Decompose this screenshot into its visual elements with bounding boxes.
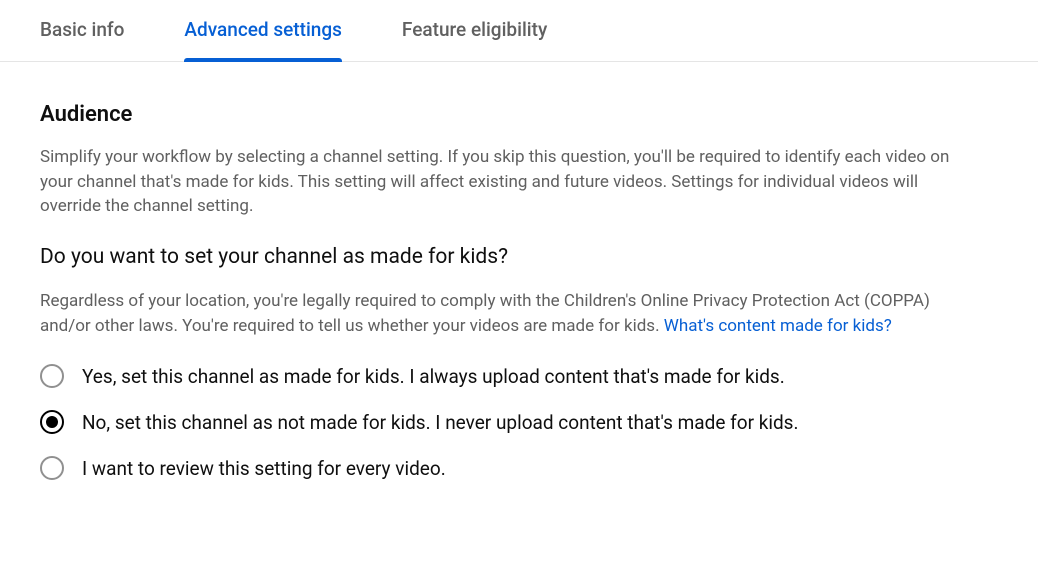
tab-advanced-settings[interactable]: Advanced settings [184,0,342,61]
radio-group: Yes, set this channel as made for kids. … [40,364,960,480]
radio-option-no[interactable]: No, set this channel as not made for kid… [40,410,960,434]
radio-label: Yes, set this channel as made for kids. … [82,365,785,388]
radio-circle-icon [40,456,64,480]
radio-option-yes[interactable]: Yes, set this channel as made for kids. … [40,364,960,388]
content-area: Audience Simplify your workflow by selec… [0,62,1000,480]
radio-label: No, set this channel as not made for kid… [82,411,799,434]
audience-legal-text: Regardless of your location, you're lega… [40,289,960,338]
radio-circle-icon [40,410,64,434]
audience-description: Simplify your workflow by selecting a ch… [40,145,960,219]
radio-label: I want to review this setting for every … [82,457,446,480]
tabs-bar: Basic info Advanced settings Feature eli… [0,0,1038,62]
tab-feature-eligibility[interactable]: Feature eligibility [402,0,547,61]
radio-circle-icon [40,364,64,388]
content-for-kids-link[interactable]: What's content made for kids? [664,316,892,336]
audience-question: Do you want to set your channel as made … [40,245,960,269]
tab-basic-info[interactable]: Basic info [40,0,124,61]
radio-option-review[interactable]: I want to review this setting for every … [40,456,960,480]
audience-title: Audience [40,102,960,127]
